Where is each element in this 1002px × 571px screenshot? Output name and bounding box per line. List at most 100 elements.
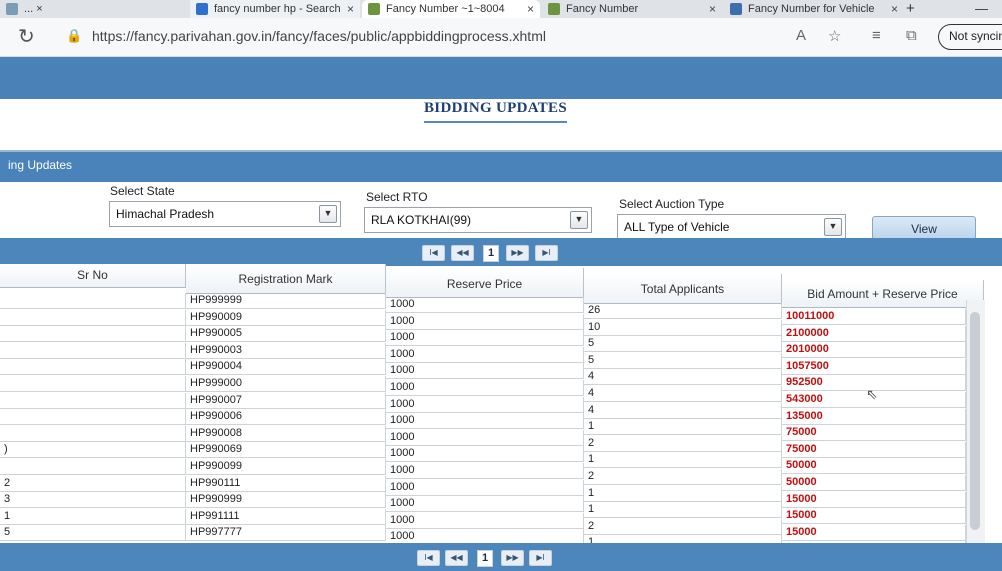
tab-favicon-icon	[548, 3, 560, 15]
pager-top: I◀ ◀◀ 1 ▶▶ ▶I	[0, 238, 1002, 266]
bidding-table: Sr No Registration Mark Reserve Price To…	[0, 264, 984, 558]
table-row[interactable]: HP990008 1000 2 75000	[0, 425, 984, 458]
column-header-registration-mark[interactable]: Registration Mark	[186, 264, 386, 294]
rto-select[interactable]: RLA KOTKHAI(99) ▼	[364, 207, 592, 233]
tab-favicon-icon	[368, 3, 380, 15]
table-row[interactable]: HP999999 1000 26 10011000	[0, 293, 984, 325]
site-info-icon[interactable]: 🔒	[66, 28, 82, 44]
first-page-icon[interactable]: I◀	[417, 550, 440, 566]
close-tab-icon[interactable]: ×	[527, 2, 534, 16]
browser-tab-active[interactable]: Fancy Number ~1~8004 ×	[362, 0, 540, 18]
profile-sync-button[interactable]: Not syncing	[938, 24, 1002, 50]
collections-icon[interactable]: ⧉	[906, 27, 917, 44]
registration-mark-cell: HP990009	[186, 309, 386, 326]
tab-favicon-icon	[730, 3, 742, 15]
browser-tab[interactable]: Fancy Number for Vehicle ×	[724, 0, 904, 18]
previous-page-icon[interactable]: ◀◀	[451, 245, 474, 261]
current-page-button[interactable]: 1	[483, 245, 499, 262]
url-field[interactable]: https://fancy.parivahan.gov.in/fancy/fac…	[92, 28, 546, 44]
table-row[interactable]: HP990099 1000 2 50000	[0, 459, 984, 491]
tab-label: fancy number hp - Search	[214, 3, 341, 15]
sr-no-cell	[0, 376, 186, 392]
tab-label: Fancy Number	[566, 3, 639, 15]
table-row[interactable]: HP990006 1000 1 75000	[0, 409, 984, 442]
sr-no-cell: )	[0, 442, 186, 459]
chevron-down-icon[interactable]: ▼	[319, 205, 337, 223]
reload-icon[interactable]: ↻	[18, 24, 35, 49]
sr-no-cell	[0, 409, 186, 426]
registration-mark-cell: HP990099	[186, 459, 386, 475]
state-select[interactable]: Himachal Pradesh ▼	[109, 201, 341, 227]
sr-no-cell	[0, 425, 186, 442]
scrollbar-thumb[interactable]	[970, 312, 980, 530]
table-row[interactable]: ) HP990069 1000 1 50000	[0, 442, 984, 475]
sr-no-cell	[0, 392, 186, 409]
table-row[interactable]: 1 HP991111 1000 2 15000	[0, 508, 984, 541]
sr-no-cell	[0, 309, 186, 326]
favorites-list-icon[interactable]: ≡	[872, 27, 881, 44]
close-tab-icon[interactable]: ×	[347, 2, 354, 16]
rto-select-value: RLA KOTKHAI(99)	[371, 213, 472, 227]
last-page-icon[interactable]: ▶I	[529, 550, 552, 566]
close-tab-icon[interactable]: ×	[709, 2, 716, 16]
tab-label: Fancy Number for Vehicle	[748, 3, 875, 15]
table-row[interactable]: 5HP9977771000115000	[0, 525, 984, 558]
next-page-icon[interactable]: ▶▶	[506, 245, 529, 261]
sr-no-cell: 5	[0, 525, 186, 542]
next-page-icon[interactable]: ▶▶	[501, 550, 524, 566]
table-row[interactable]: HP990003 1000 5 1057500	[0, 342, 984, 375]
sr-no-cell: 1	[0, 508, 186, 525]
section-header-bar: ing Updates	[0, 150, 1002, 182]
chevron-down-icon[interactable]: ▼	[824, 218, 842, 236]
table-row[interactable]: 2 HP990111 1000 1 15000	[0, 475, 984, 508]
browser-tab-strip: ... × fancy number hp - Search × Fancy N…	[0, 0, 1002, 18]
section-title: ing Updates	[8, 158, 73, 172]
auction-type-select[interactable]: ALL Type of Vehicle ▼	[617, 214, 846, 240]
current-page-button[interactable]: 1	[477, 550, 493, 567]
table-row[interactable]: HP990007 1000 4 135000	[0, 392, 984, 425]
sr-no-cell: 2	[0, 475, 186, 492]
registration-mark-cell: HP990008	[186, 425, 386, 442]
rto-label: Select RTO	[366, 190, 428, 204]
read-aloud-icon[interactable]: A	[796, 27, 806, 44]
browser-tab[interactable]: ... ×	[0, 0, 190, 18]
table-row[interactable]: HP990004 1000 4 952500	[0, 359, 984, 392]
previous-page-icon[interactable]: ◀◀	[445, 550, 468, 566]
tab-label: ... ×	[24, 3, 43, 15]
table-row[interactable]: HP990009 1000 10 2100000	[0, 309, 984, 342]
first-page-icon[interactable]: I◀	[422, 245, 445, 261]
search-favicon-icon	[196, 3, 208, 15]
table-row[interactable]: HP990005 1000 5 2010000	[0, 326, 984, 359]
state-label: Select State	[110, 184, 175, 198]
minimize-window-button[interactable]: —	[975, 0, 988, 18]
registration-mark-cell: HP999999	[186, 293, 386, 309]
table-row[interactable]: 3 HP990999 1000 1 15000	[0, 492, 984, 525]
sr-no-cell: 3	[0, 492, 186, 509]
registration-mark-cell: HP990005	[186, 326, 386, 343]
table-row[interactable]: HP999000 1000 4 543000	[0, 376, 984, 408]
tab-label: Fancy Number ~1~8004	[386, 3, 505, 15]
registration-mark-cell: HP990007	[186, 392, 386, 409]
registration-mark-cell: HP990111	[186, 475, 386, 492]
new-tab-button[interactable]: +	[906, 0, 915, 18]
registration-mark-cell: HP990069	[186, 442, 386, 459]
registration-mark-cell: HP990999	[186, 492, 386, 509]
registration-mark-cell: HP990004	[186, 359, 386, 376]
sr-no-cell	[0, 342, 186, 359]
last-page-icon[interactable]: ▶I	[535, 245, 558, 261]
pager-bottom: I◀ ◀◀ 1 ▶▶ ▶I	[0, 543, 1002, 571]
page-header-band	[0, 57, 1002, 99]
registration-mark-cell: HP990003	[186, 342, 386, 359]
browser-tab-search[interactable]: fancy number hp - Search ×	[190, 0, 360, 18]
column-header-sr-no[interactable]: Sr No	[0, 264, 186, 288]
tab-favicon-icon	[6, 3, 18, 15]
mouse-cursor-icon: ⇖	[866, 386, 878, 402]
auction-type-select-value: ALL Type of Vehicle	[624, 220, 730, 234]
close-tab-icon[interactable]: ×	[891, 2, 898, 16]
state-select-value: Himachal Pradesh	[116, 207, 215, 221]
chevron-down-icon[interactable]: ▼	[570, 211, 588, 229]
sr-no-cell	[0, 326, 186, 343]
browser-tab[interactable]: Fancy Number ×	[542, 0, 722, 18]
favorite-star-icon[interactable]: ☆	[828, 27, 841, 45]
registration-mark-cell: HP990006	[186, 409, 386, 426]
